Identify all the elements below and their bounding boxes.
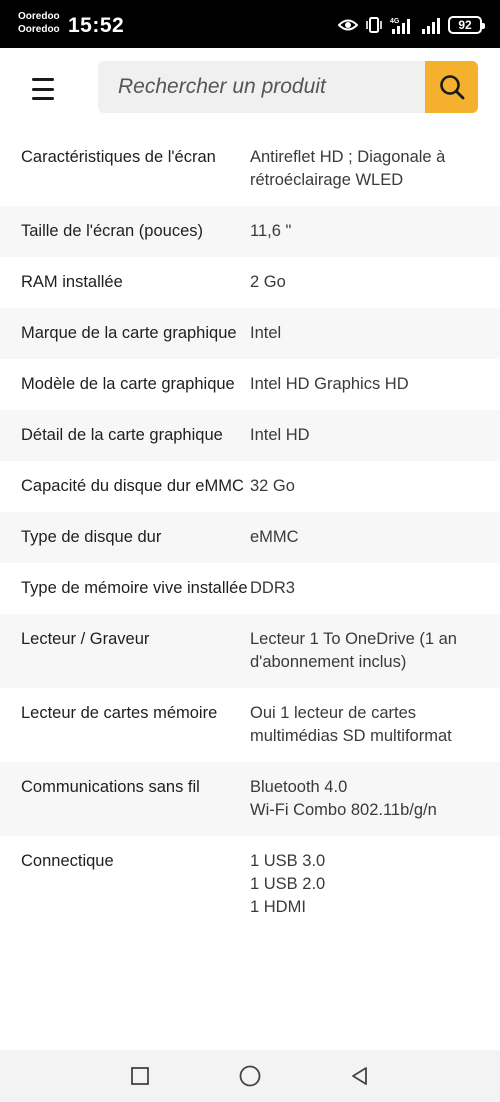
app-header — [0, 48, 500, 132]
spec-value: DDR3 — [250, 579, 295, 597]
spec-row: Lecteur de cartes mémoire Oui 1 lecteur … — [0, 688, 500, 762]
battery-icon: 92 — [448, 16, 485, 34]
system-navigation-bar — [0, 1050, 500, 1102]
eye-icon — [338, 19, 358, 31]
spec-value: eMMC — [250, 528, 299, 546]
square-icon — [131, 1067, 149, 1085]
spec-label: Caractéristiques de l'écran — [21, 148, 216, 166]
spec-row: Lecteur / Graveur Lecteur 1 To OneDrive … — [0, 614, 500, 688]
spec-value: Bluetooth 4.0 Wi-Fi Combo 802.11b/g/n — [250, 778, 437, 819]
signal-4g-icon: 4G — [390, 18, 410, 34]
recents-button[interactable] — [120, 1056, 160, 1096]
spec-label: Détail de la carte graphique — [21, 426, 223, 444]
spec-label: Connectique — [21, 852, 114, 870]
network-label: 4G — [390, 18, 400, 25]
spec-row: Type de disque dur eMMC — [0, 512, 500, 563]
status-time: 15:52 — [68, 14, 125, 37]
carrier-1: Ooredoo — [18, 11, 60, 22]
search-icon — [439, 75, 464, 100]
spec-row: Capacité du disque dur eMMC 32 Go — [0, 461, 500, 512]
spec-row: Type de mémoire vive installée DDR3 — [0, 563, 500, 614]
carrier-labels: Ooredoo Ooredoo — [18, 10, 60, 36]
spec-row: RAM installée 2 Go — [0, 257, 500, 308]
spec-value: 11,6 " — [250, 222, 292, 240]
spec-row: Taille de l'écran (pouces) 11,6 " — [0, 206, 500, 257]
spec-value: 1 USB 3.0 1 USB 2.0 1 HDMI — [250, 852, 326, 916]
circle-icon — [239, 1065, 261, 1087]
spec-value: 32 Go — [250, 477, 295, 495]
spec-label: Marque de la carte graphique — [21, 324, 237, 342]
carrier-2: Ooredoo — [18, 24, 60, 35]
status-bar: Ooredoo Ooredoo 15:52 4G 92 — [0, 0, 500, 48]
spec-row: Modèle de la carte graphique Intel HD Gr… — [0, 359, 500, 410]
triangle-back-icon — [352, 1067, 367, 1085]
spec-label: RAM installée — [21, 273, 123, 291]
spec-value: Antireflet HD ; Diagonale à rétroéclaira… — [250, 148, 446, 189]
spec-label: Lecteur de cartes mémoire — [21, 704, 218, 722]
hamburger-menu-icon[interactable] — [30, 74, 60, 104]
spec-label: Taille de l'écran (pouces) — [21, 222, 203, 240]
spec-value: Intel HD — [250, 426, 310, 444]
search-input[interactable] — [98, 61, 424, 113]
spec-value: Intel — [250, 324, 282, 342]
spec-value: Lecteur 1 To OneDrive (1 an d'abonnement… — [250, 630, 457, 671]
spec-row: Communications sans fil Bluetooth 4.0 Wi… — [0, 762, 500, 836]
spec-row: Détail de la carte graphique Intel HD — [0, 410, 500, 461]
search-bar — [98, 61, 478, 113]
spec-row: Caractéristiques de l'écran Antireflet H… — [0, 132, 500, 206]
specifications-table: Caractéristiques de l'écran Antireflet H… — [0, 132, 500, 1050]
spec-value: Oui 1 lecteur de cartes multimédias SD m… — [250, 704, 452, 745]
spec-label: Communications sans fil — [21, 778, 200, 796]
spec-value: Intel HD Graphics HD — [250, 375, 409, 393]
spec-label: Capacité du disque dur eMMC — [21, 477, 244, 495]
home-button[interactable] — [230, 1056, 270, 1096]
search-button[interactable] — [425, 61, 478, 113]
spec-label: Type de disque dur — [21, 528, 162, 546]
spec-label: Modèle de la carte graphique — [21, 375, 235, 393]
spec-row: Connectique 1 USB 3.0 1 USB 2.0 1 HDMI — [0, 836, 500, 933]
spec-label: Lecteur / Graveur — [21, 630, 150, 648]
back-button[interactable] — [340, 1056, 380, 1096]
spec-row: Marque de la carte graphique Intel — [0, 308, 500, 359]
spec-label: Type de mémoire vive installée — [21, 579, 248, 597]
status-icons: 4G 92 — [338, 14, 485, 36]
spec-value: 2 Go — [250, 273, 286, 291]
signal-icon — [422, 18, 440, 34]
vibrate-icon — [366, 17, 382, 33]
